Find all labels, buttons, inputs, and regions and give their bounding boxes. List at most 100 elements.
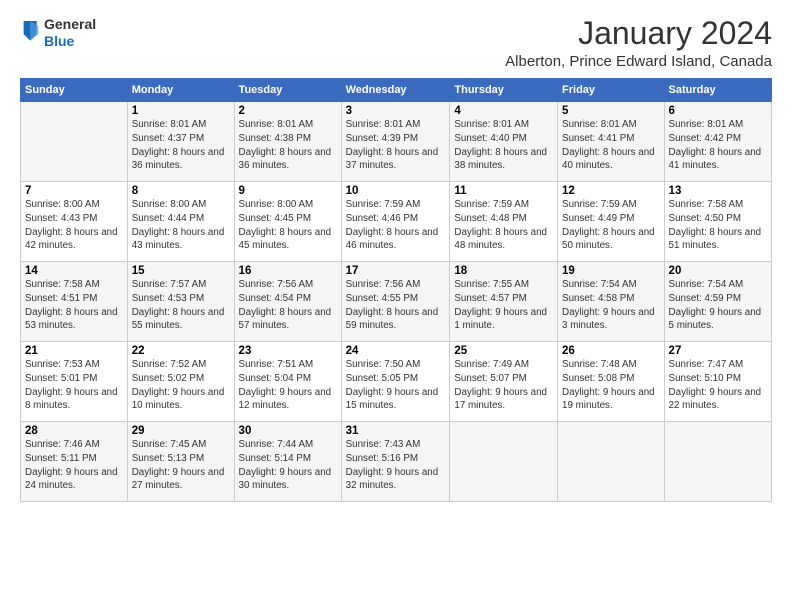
- calendar-cell: 31Sunrise: 7:43 AM Sunset: 5:16 PM Dayli…: [341, 422, 450, 502]
- day-number: 8: [132, 185, 230, 197]
- day-number: 24: [346, 345, 446, 357]
- day-info: Sunrise: 7:43 AM Sunset: 5:16 PM Dayligh…: [346, 438, 446, 493]
- calendar-cell: 29Sunrise: 7:45 AM Sunset: 5:13 PM Dayli…: [127, 422, 234, 502]
- calendar-table: SundayMondayTuesdayWednesdayThursdayFrid…: [20, 78, 772, 502]
- calendar-cell: 23Sunrise: 7:51 AM Sunset: 5:04 PM Dayli…: [234, 342, 341, 422]
- calendar-cell: 4Sunrise: 8:01 AM Sunset: 4:40 PM Daylig…: [450, 102, 558, 182]
- day-number: 25: [454, 345, 553, 357]
- day-number: 19: [562, 265, 660, 277]
- day-info: Sunrise: 8:01 AM Sunset: 4:39 PM Dayligh…: [346, 118, 446, 173]
- calendar-cell: 18Sunrise: 7:55 AM Sunset: 4:57 PM Dayli…: [450, 262, 558, 342]
- calendar-cell: 1Sunrise: 8:01 AM Sunset: 4:37 PM Daylig…: [127, 102, 234, 182]
- day-info: Sunrise: 8:00 AM Sunset: 4:44 PM Dayligh…: [132, 198, 230, 253]
- header: General Blue January 2024 Alberton, Prin…: [20, 16, 772, 70]
- header-day-tuesday: Tuesday: [234, 79, 341, 102]
- calendar-cell: 14Sunrise: 7:58 AM Sunset: 4:51 PM Dayli…: [21, 262, 128, 342]
- calendar-week-3: 14Sunrise: 7:58 AM Sunset: 4:51 PM Dayli…: [21, 262, 772, 342]
- day-info: Sunrise: 7:56 AM Sunset: 4:55 PM Dayligh…: [346, 278, 446, 333]
- day-number: 18: [454, 265, 553, 277]
- day-info: Sunrise: 7:51 AM Sunset: 5:04 PM Dayligh…: [239, 358, 337, 413]
- day-number: 29: [132, 425, 230, 437]
- logo-icon: [22, 19, 40, 41]
- calendar-cell: 6Sunrise: 8:01 AM Sunset: 4:42 PM Daylig…: [664, 102, 771, 182]
- title-section: January 2024 Alberton, Prince Edward Isl…: [505, 16, 772, 70]
- day-number: 14: [25, 265, 123, 277]
- calendar-cell: 16Sunrise: 7:56 AM Sunset: 4:54 PM Dayli…: [234, 262, 341, 342]
- calendar-cell: 25Sunrise: 7:49 AM Sunset: 5:07 PM Dayli…: [450, 342, 558, 422]
- day-info: Sunrise: 7:59 AM Sunset: 4:48 PM Dayligh…: [454, 198, 553, 253]
- calendar-cell: 5Sunrise: 8:01 AM Sunset: 4:41 PM Daylig…: [558, 102, 665, 182]
- calendar-week-2: 7Sunrise: 8:00 AM Sunset: 4:43 PM Daylig…: [21, 182, 772, 262]
- day-number: 26: [562, 345, 660, 357]
- day-number: 27: [669, 345, 767, 357]
- day-info: Sunrise: 7:58 AM Sunset: 4:50 PM Dayligh…: [669, 198, 767, 253]
- calendar-cell: 12Sunrise: 7:59 AM Sunset: 4:49 PM Dayli…: [558, 182, 665, 262]
- day-number: 2: [239, 105, 337, 117]
- day-info: Sunrise: 7:54 AM Sunset: 4:59 PM Dayligh…: [669, 278, 767, 333]
- calendar-cell: 20Sunrise: 7:54 AM Sunset: 4:59 PM Dayli…: [664, 262, 771, 342]
- day-info: Sunrise: 7:47 AM Sunset: 5:10 PM Dayligh…: [669, 358, 767, 413]
- day-number: 6: [669, 105, 767, 117]
- calendar-cell: 2Sunrise: 8:01 AM Sunset: 4:38 PM Daylig…: [234, 102, 341, 182]
- calendar-cell: 17Sunrise: 7:56 AM Sunset: 4:55 PM Dayli…: [341, 262, 450, 342]
- calendar-cell: 19Sunrise: 7:54 AM Sunset: 4:58 PM Dayli…: [558, 262, 665, 342]
- day-number: 23: [239, 345, 337, 357]
- calendar-cell: 30Sunrise: 7:44 AM Sunset: 5:14 PM Dayli…: [234, 422, 341, 502]
- calendar-cell: 28Sunrise: 7:46 AM Sunset: 5:11 PM Dayli…: [21, 422, 128, 502]
- day-info: Sunrise: 8:01 AM Sunset: 4:38 PM Dayligh…: [239, 118, 337, 173]
- day-info: Sunrise: 7:55 AM Sunset: 4:57 PM Dayligh…: [454, 278, 553, 333]
- page: General Blue January 2024 Alberton, Prin…: [0, 0, 792, 612]
- calendar-cell: 15Sunrise: 7:57 AM Sunset: 4:53 PM Dayli…: [127, 262, 234, 342]
- calendar-cell: 8Sunrise: 8:00 AM Sunset: 4:44 PM Daylig…: [127, 182, 234, 262]
- day-number: 11: [454, 185, 553, 197]
- day-info: Sunrise: 7:45 AM Sunset: 5:13 PM Dayligh…: [132, 438, 230, 493]
- day-info: Sunrise: 7:56 AM Sunset: 4:54 PM Dayligh…: [239, 278, 337, 333]
- day-number: 17: [346, 265, 446, 277]
- calendar-cell: 27Sunrise: 7:47 AM Sunset: 5:10 PM Dayli…: [664, 342, 771, 422]
- day-info: Sunrise: 8:00 AM Sunset: 4:45 PM Dayligh…: [239, 198, 337, 253]
- day-info: Sunrise: 7:59 AM Sunset: 4:49 PM Dayligh…: [562, 198, 660, 253]
- day-number: 9: [239, 185, 337, 197]
- calendar-cell: 7Sunrise: 8:00 AM Sunset: 4:43 PM Daylig…: [21, 182, 128, 262]
- calendar-cell: 26Sunrise: 7:48 AM Sunset: 5:08 PM Dayli…: [558, 342, 665, 422]
- header-day-thursday: Thursday: [450, 79, 558, 102]
- calendar-cell: [21, 102, 128, 182]
- calendar-cell: [558, 422, 665, 502]
- calendar-cell: 3Sunrise: 8:01 AM Sunset: 4:39 PM Daylig…: [341, 102, 450, 182]
- day-info: Sunrise: 8:01 AM Sunset: 4:42 PM Dayligh…: [669, 118, 767, 173]
- calendar-cell: 13Sunrise: 7:58 AM Sunset: 4:50 PM Dayli…: [664, 182, 771, 262]
- day-number: 30: [239, 425, 337, 437]
- day-number: 1: [132, 105, 230, 117]
- calendar-week-1: 1Sunrise: 8:01 AM Sunset: 4:37 PM Daylig…: [21, 102, 772, 182]
- day-number: 15: [132, 265, 230, 277]
- day-number: 31: [346, 425, 446, 437]
- day-number: 16: [239, 265, 337, 277]
- day-number: 21: [25, 345, 123, 357]
- day-info: Sunrise: 7:53 AM Sunset: 5:01 PM Dayligh…: [25, 358, 123, 413]
- day-number: 7: [25, 185, 123, 197]
- calendar-week-5: 28Sunrise: 7:46 AM Sunset: 5:11 PM Dayli…: [21, 422, 772, 502]
- header-day-saturday: Saturday: [664, 79, 771, 102]
- calendar-cell: 22Sunrise: 7:52 AM Sunset: 5:02 PM Dayli…: [127, 342, 234, 422]
- day-number: 20: [669, 265, 767, 277]
- day-number: 13: [669, 185, 767, 197]
- day-number: 3: [346, 105, 446, 117]
- day-info: Sunrise: 7:52 AM Sunset: 5:02 PM Dayligh…: [132, 358, 230, 413]
- day-info: Sunrise: 7:44 AM Sunset: 5:14 PM Dayligh…: [239, 438, 337, 493]
- header-day-monday: Monday: [127, 79, 234, 102]
- day-number: 10: [346, 185, 446, 197]
- header-day-wednesday: Wednesday: [341, 79, 450, 102]
- main-title: January 2024: [505, 16, 772, 51]
- calendar-cell: [450, 422, 558, 502]
- day-info: Sunrise: 7:46 AM Sunset: 5:11 PM Dayligh…: [25, 438, 123, 493]
- calendar-header-row: SundayMondayTuesdayWednesdayThursdayFrid…: [21, 79, 772, 102]
- day-number: 28: [25, 425, 123, 437]
- logo: General Blue: [20, 16, 96, 50]
- day-info: Sunrise: 7:50 AM Sunset: 5:05 PM Dayligh…: [346, 358, 446, 413]
- day-info: Sunrise: 7:58 AM Sunset: 4:51 PM Dayligh…: [25, 278, 123, 333]
- day-info: Sunrise: 7:59 AM Sunset: 4:46 PM Dayligh…: [346, 198, 446, 253]
- header-day-sunday: Sunday: [21, 79, 128, 102]
- calendar-week-4: 21Sunrise: 7:53 AM Sunset: 5:01 PM Dayli…: [21, 342, 772, 422]
- calendar-cell: 10Sunrise: 7:59 AM Sunset: 4:46 PM Dayli…: [341, 182, 450, 262]
- day-info: Sunrise: 7:57 AM Sunset: 4:53 PM Dayligh…: [132, 278, 230, 333]
